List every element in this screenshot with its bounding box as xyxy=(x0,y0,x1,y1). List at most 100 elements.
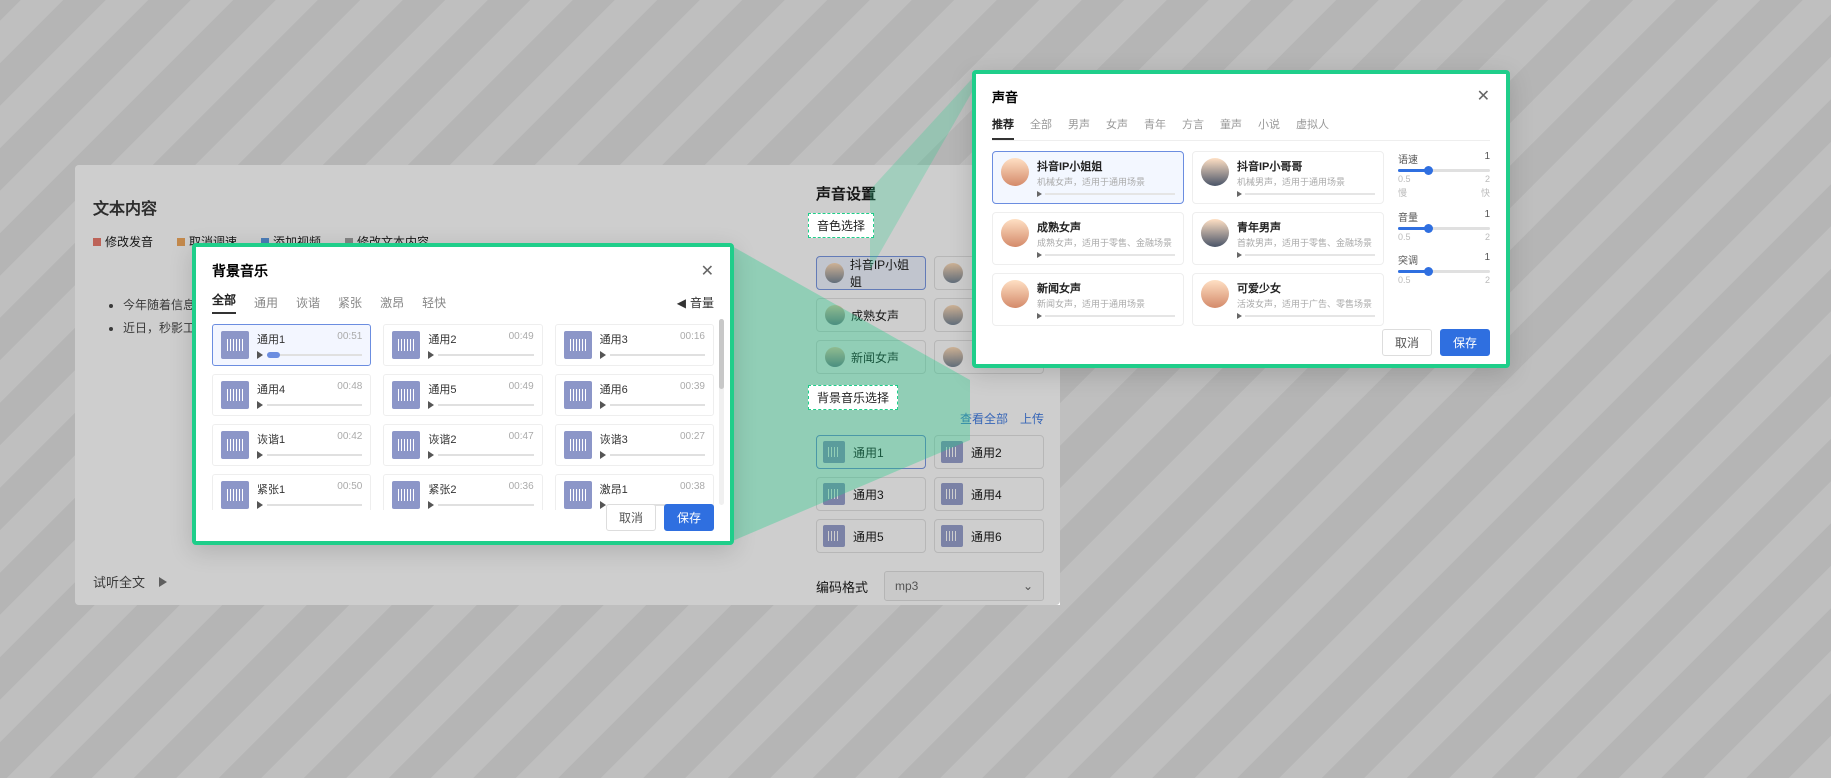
track-item[interactable]: 紧张200:36 xyxy=(383,474,542,510)
view-all-link[interactable]: 查看全部 xyxy=(960,410,1008,427)
avatar-icon xyxy=(1201,280,1229,308)
track-name: 通用2 xyxy=(428,331,456,347)
tab-light[interactable]: 轻快 xyxy=(422,294,446,311)
track-item[interactable]: 通用500:49 xyxy=(383,374,542,416)
progress-bar[interactable] xyxy=(438,454,533,456)
progress-bar[interactable] xyxy=(610,454,705,456)
tab-recommended[interactable]: 推荐 xyxy=(992,116,1014,140)
track-item[interactable]: 通用400:48 xyxy=(212,374,371,416)
play-icon[interactable] xyxy=(1237,252,1242,258)
voice-name: 成熟女声 xyxy=(1037,219,1175,235)
voice-desc: 成熟女声，适用于零售、金融场景 xyxy=(1037,236,1175,249)
scrollbar[interactable] xyxy=(719,319,724,505)
play-icon[interactable] xyxy=(1237,191,1242,197)
voice-desc: 新闻女声，适用于通用场景 xyxy=(1037,297,1175,310)
track-item[interactable]: 紧张100:50 xyxy=(212,474,371,510)
encode-select[interactable]: mp3 ⌄ xyxy=(884,571,1044,601)
play-icon[interactable] xyxy=(257,401,263,409)
close-icon[interactable]: ✕ xyxy=(701,261,714,281)
voice-card[interactable]: 抖音IP小姐姐机械女声，适用于通用场景 xyxy=(992,151,1184,204)
tab-voice[interactable]: 青年 xyxy=(1144,116,1166,140)
tab-voice[interactable]: 女声 xyxy=(1106,116,1128,140)
upload-link[interactable]: 上传 xyxy=(1020,410,1044,427)
track-item[interactable]: 通用300:16 xyxy=(555,324,714,366)
tab-all[interactable]: 全部 xyxy=(212,291,236,314)
save-button[interactable]: 保存 xyxy=(1440,329,1490,356)
play-icon[interactable] xyxy=(1037,191,1042,197)
bgm-chip[interactable]: 通用3 xyxy=(816,477,926,511)
voice-card[interactable]: 成熟女声成熟女声，适用于零售、金融场景 xyxy=(992,212,1184,265)
tab-voice[interactable]: 小说 xyxy=(1258,116,1280,140)
track-item[interactable]: 诙谐100:42 xyxy=(212,424,371,466)
bgm-chip[interactable]: 通用5 xyxy=(816,519,926,553)
progress-bar[interactable] xyxy=(610,404,705,406)
track-item[interactable]: 诙谐300:27 xyxy=(555,424,714,466)
play-icon[interactable] xyxy=(1037,313,1042,319)
progress-bar[interactable] xyxy=(610,354,705,356)
bgm-chip[interactable]: 通用1 xyxy=(816,435,926,469)
bgm-chip[interactable]: 通用4 xyxy=(934,477,1044,511)
play-icon[interactable] xyxy=(600,401,606,409)
play-icon[interactable] xyxy=(257,451,263,459)
voice-chip[interactable]: 新闻女声 xyxy=(816,340,926,374)
voice-card[interactable]: 新闻女声新闻女声，适用于通用场景 xyxy=(992,273,1184,326)
progress-bar[interactable] xyxy=(1245,193,1375,195)
volume-slider[interactable]: 音量1 0.52 xyxy=(1398,209,1490,242)
tab-voice[interactable]: 男声 xyxy=(1068,116,1090,140)
avatar-icon xyxy=(825,305,845,325)
save-button[interactable]: 保存 xyxy=(664,504,714,531)
progress-bar[interactable] xyxy=(267,404,362,406)
cancel-button[interactable]: 取消 xyxy=(1382,329,1432,356)
play-icon[interactable] xyxy=(428,451,434,459)
progress-bar[interactable] xyxy=(267,454,362,456)
edit-pronounce-button[interactable]: 修改发音 xyxy=(93,233,153,250)
progress-bar[interactable] xyxy=(1045,193,1175,195)
play-icon[interactable] xyxy=(600,501,606,509)
tab-voice[interactable]: 全部 xyxy=(1030,116,1052,140)
progress-bar[interactable] xyxy=(1045,254,1175,256)
pause-slider[interactable]: 突调1 0.52 xyxy=(1398,252,1490,285)
tab-intense[interactable]: 激昂 xyxy=(380,294,404,311)
progress-bar[interactable] xyxy=(1045,315,1175,317)
play-icon[interactable] xyxy=(1037,252,1042,258)
tab-tense[interactable]: 紧张 xyxy=(338,294,362,311)
play-icon[interactable] xyxy=(600,351,606,359)
play-icon[interactable] xyxy=(428,351,434,359)
play-icon[interactable] xyxy=(257,351,263,359)
tab-funny[interactable]: 诙谐 xyxy=(296,294,320,311)
play-icon[interactable] xyxy=(428,401,434,409)
progress-bar[interactable] xyxy=(438,504,533,506)
bgm-select-label: 背景音乐选择 xyxy=(808,385,898,410)
play-icon[interactable] xyxy=(428,501,434,509)
progress-bar[interactable] xyxy=(1245,315,1375,317)
progress-bar[interactable] xyxy=(438,354,533,356)
track-item[interactable]: 诙谐200:47 xyxy=(383,424,542,466)
play-icon[interactable] xyxy=(1237,313,1242,319)
bgm-chip[interactable]: 通用2 xyxy=(934,435,1044,469)
voice-card[interactable]: 可爱少女活泼女声，适用于广告、零售场景 xyxy=(1192,273,1384,326)
track-item[interactable]: 通用200:49 xyxy=(383,324,542,366)
voice-card[interactable]: 抖音IP小哥哥机械男声，适用于通用场景 xyxy=(1192,151,1384,204)
play-icon[interactable] xyxy=(600,451,606,459)
close-icon[interactable]: ✕ xyxy=(1477,86,1490,106)
bgm-chip[interactable]: 通用6 xyxy=(934,519,1044,553)
progress-bar[interactable] xyxy=(267,504,362,506)
progress-bar[interactable] xyxy=(438,404,533,406)
voice-chip[interactable]: 成熟女声 xyxy=(816,298,926,332)
track-item[interactable]: 通用600:39 xyxy=(555,374,714,416)
tab-voice[interactable]: 童声 xyxy=(1220,116,1242,140)
tab-voice[interactable]: 虚拟人 xyxy=(1296,116,1329,140)
progress-bar[interactable] xyxy=(1245,254,1375,256)
volume-control[interactable]: ◀ 音量 xyxy=(677,294,714,311)
avatar-icon xyxy=(1001,219,1029,247)
voice-chip[interactable]: 抖音IP小姐姐 xyxy=(816,256,926,290)
tab-voice[interactable]: 方言 xyxy=(1182,116,1204,140)
cancel-button[interactable]: 取消 xyxy=(606,504,656,531)
play-icon[interactable] xyxy=(159,577,167,587)
track-item[interactable]: 通用100:51 xyxy=(212,324,371,366)
speed-slider[interactable]: 语速1 0.52 慢快 xyxy=(1398,151,1490,199)
tab-general[interactable]: 通用 xyxy=(254,294,278,311)
voice-card[interactable]: 青年男声首款男声，适用于零售、金融场景 xyxy=(1192,212,1384,265)
play-icon[interactable] xyxy=(257,501,263,509)
progress-bar[interactable] xyxy=(267,354,362,356)
